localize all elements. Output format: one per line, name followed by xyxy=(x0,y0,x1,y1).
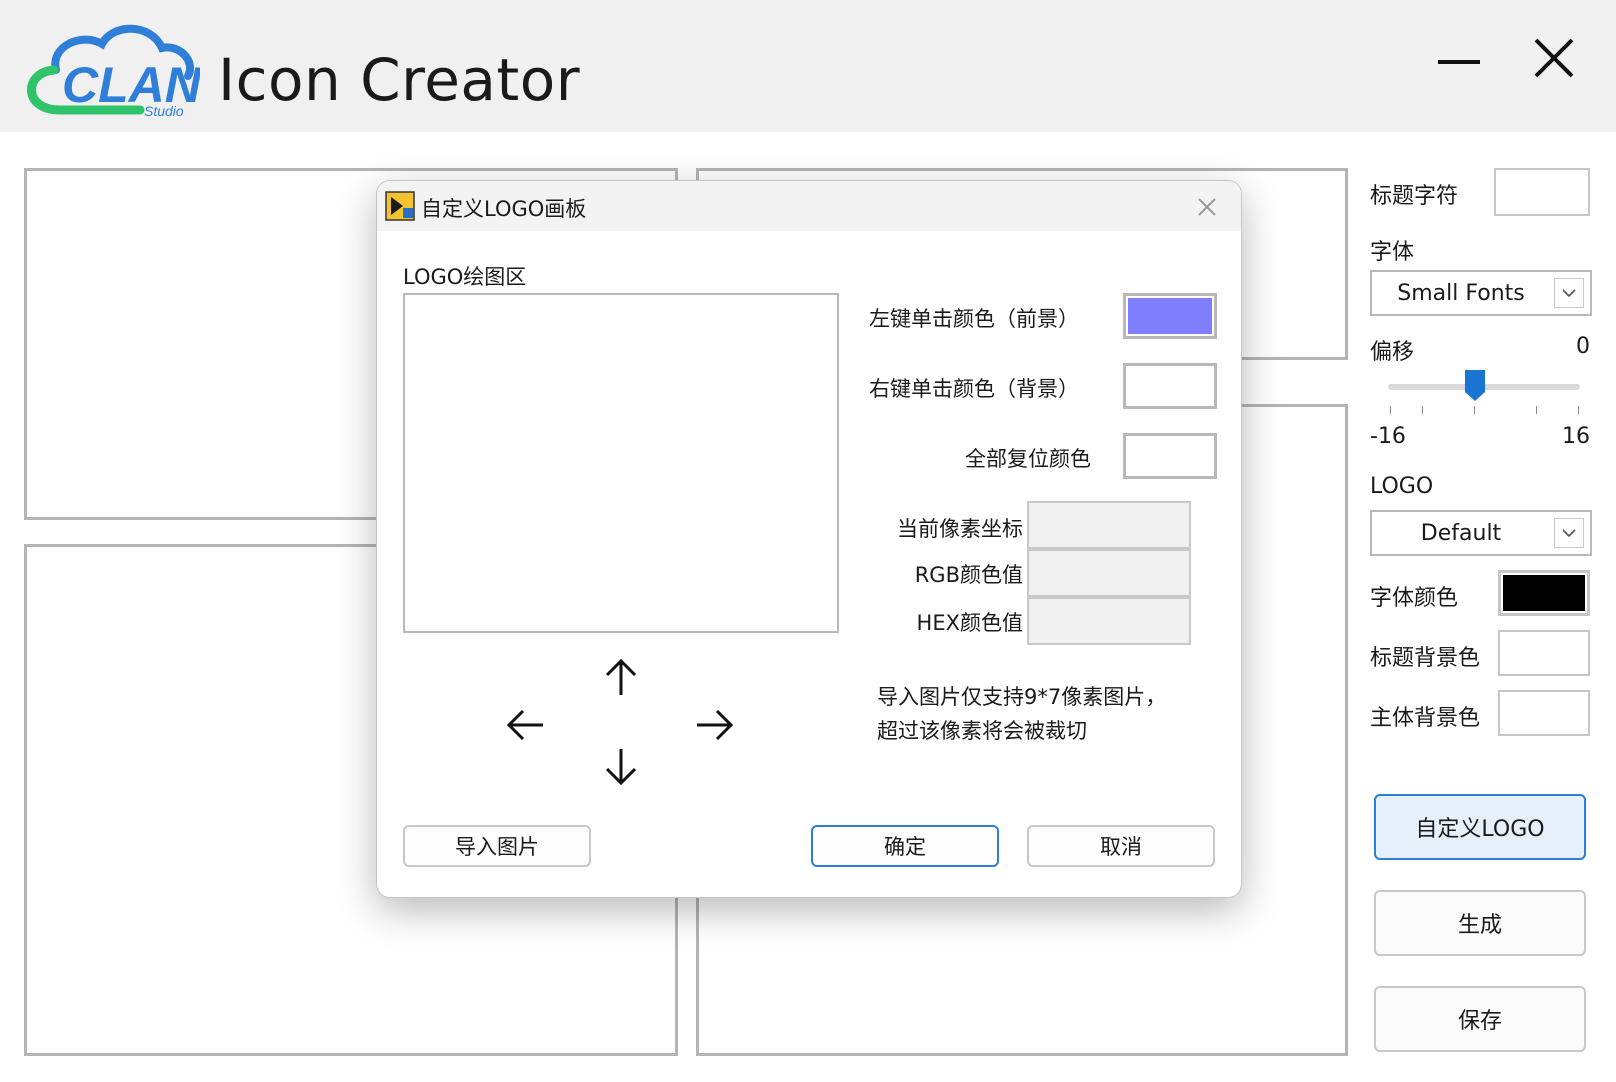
labview-vi-icon xyxy=(385,191,415,221)
custom-logo-dialog: 自定义LOGO画板 LOGO绘图区 左键单击颜色（前景） 右键单击颜色（背景） … xyxy=(376,180,1242,898)
import-image-button[interactable]: 导入图片 xyxy=(403,825,591,867)
background-color-swatch[interactable] xyxy=(1123,363,1217,409)
chevron-down-icon xyxy=(1554,518,1584,548)
canvas-label: LOGO绘图区 xyxy=(403,265,527,289)
rgb-value-label: RGB颜色值 xyxy=(914,563,1023,587)
import-note-line1: 导入图片仅支持9*7像素图片， xyxy=(877,685,1167,709)
font-color-fill xyxy=(1503,575,1585,611)
logo-label: LOGO xyxy=(1370,474,1434,499)
reset-colors-swatch[interactable] xyxy=(1123,433,1217,479)
arrow-right-icon xyxy=(697,709,734,741)
offset-label: 偏移 xyxy=(1370,340,1415,365)
hex-value-readout xyxy=(1027,597,1191,645)
font-select-value: Small Fonts xyxy=(1397,280,1525,306)
logo-select-value: Default xyxy=(1420,520,1502,546)
arrow-down-button[interactable] xyxy=(595,743,647,795)
chevron-down-icon xyxy=(1554,278,1584,308)
left-click-color-label: 左键单击颜色（前景） xyxy=(869,307,1079,331)
logo-drawing-canvas[interactable] xyxy=(403,293,839,633)
pixel-coord-label: 当前像素坐标 xyxy=(897,517,1023,541)
app-title: Icon Creator xyxy=(218,46,581,114)
hex-value-label: HEX颜色值 xyxy=(916,611,1023,635)
clan-studio-logo: CLAN Studio xyxy=(20,18,202,122)
rgb-value-readout xyxy=(1027,549,1191,597)
import-note-line2: 超过该像素将会被裁切 xyxy=(877,719,1087,743)
dialog-title-bar: 自定义LOGO画板 xyxy=(377,181,1241,231)
title-bar: CLAN Studio Icon Creator xyxy=(0,0,1616,132)
foreground-color-swatch[interactable] xyxy=(1123,293,1217,339)
dialog-title: 自定义LOGO画板 xyxy=(421,197,587,221)
close-button[interactable] xyxy=(1516,30,1596,90)
arrow-left-icon xyxy=(506,709,543,741)
font-label: 字体 xyxy=(1370,240,1415,265)
title-bg-swatch[interactable] xyxy=(1498,630,1590,676)
logo-sub-text: Studio xyxy=(144,103,184,119)
title-chars-label: 标题字符 xyxy=(1370,184,1459,209)
dialog-close-button[interactable] xyxy=(1191,191,1223,223)
body-bg-swatch[interactable] xyxy=(1498,690,1590,736)
minimize-button[interactable] xyxy=(1420,30,1500,90)
slider-thumb[interactable] xyxy=(1464,368,1486,402)
offset-min-label: -16 xyxy=(1370,424,1406,449)
font-select[interactable]: Small Fonts xyxy=(1370,270,1592,316)
title-bg-label: 标题背景色 xyxy=(1370,646,1481,671)
body-bg-label: 主体背景色 xyxy=(1370,706,1481,731)
arrow-left-button[interactable] xyxy=(499,699,551,751)
close-icon xyxy=(1534,38,1574,78)
arrow-up-icon xyxy=(605,658,637,695)
generate-button[interactable]: 生成 xyxy=(1374,890,1586,956)
font-color-label: 字体颜色 xyxy=(1370,586,1459,611)
right-click-color-label: 右键单击颜色（背景） xyxy=(869,377,1079,401)
arrow-up-button[interactable] xyxy=(595,651,647,703)
offset-value: 0 xyxy=(1576,334,1590,359)
ok-button[interactable]: 确定 xyxy=(811,825,999,867)
foreground-color-fill xyxy=(1128,298,1212,334)
logo-select[interactable]: Default xyxy=(1370,510,1592,556)
offset-max-label: 16 xyxy=(1562,424,1590,449)
arrow-down-icon xyxy=(605,749,637,786)
custom-logo-button[interactable]: 自定义LOGO xyxy=(1374,794,1586,860)
offset-slider[interactable] xyxy=(1380,364,1588,414)
title-chars-input[interactable] xyxy=(1494,168,1590,216)
cancel-button[interactable]: 取消 xyxy=(1027,825,1215,867)
close-icon xyxy=(1198,198,1216,216)
font-color-swatch[interactable] xyxy=(1498,570,1590,616)
reset-colors-label: 全部复位颜色 xyxy=(965,447,1091,471)
save-button[interactable]: 保存 xyxy=(1374,986,1586,1052)
pixel-coord-readout xyxy=(1027,501,1191,549)
arrow-right-button[interactable] xyxy=(689,699,741,751)
